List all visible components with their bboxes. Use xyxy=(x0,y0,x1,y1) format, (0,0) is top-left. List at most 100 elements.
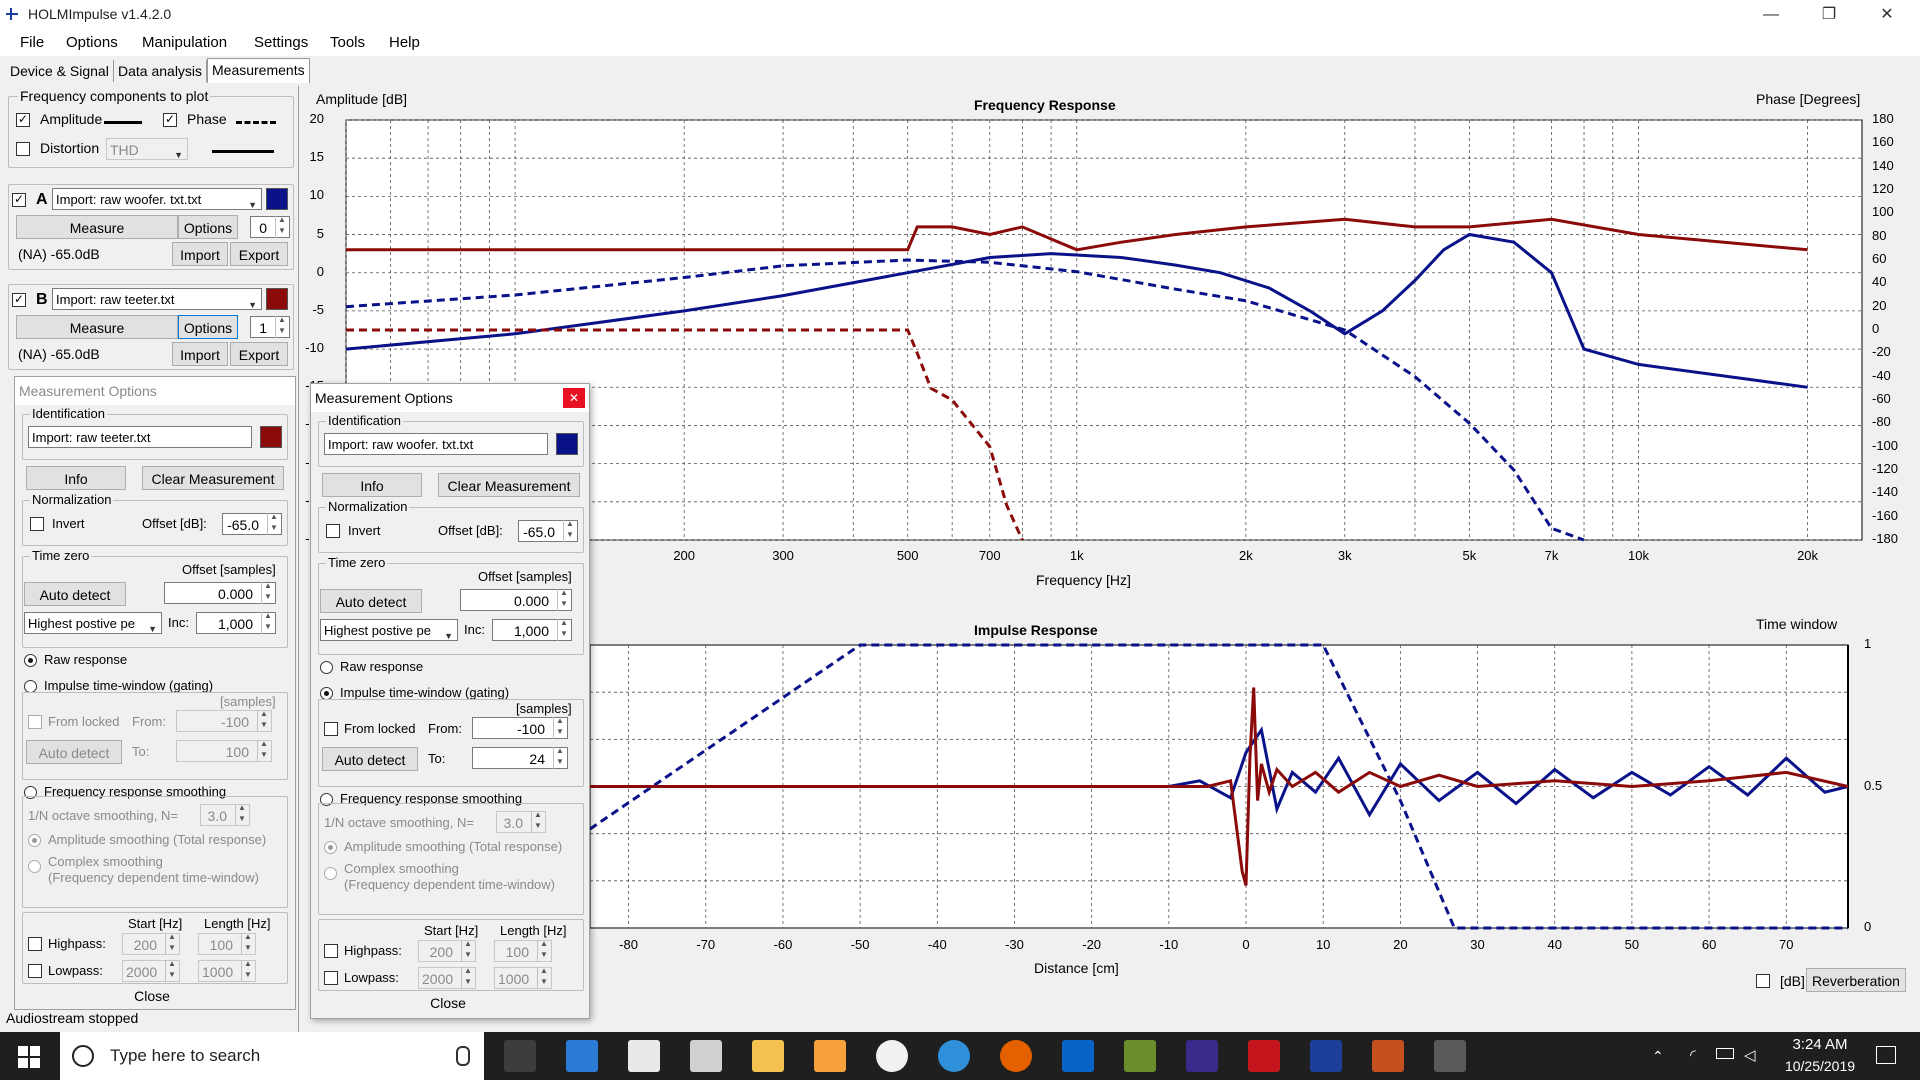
identification-input[interactable]: Import: raw woofer. txt.txt xyxy=(324,433,548,455)
freq-y2tick-label: 140 xyxy=(1872,157,1894,173)
offset-db-stepper[interactable] xyxy=(267,512,282,535)
invert-checkbox[interactable] xyxy=(30,517,44,531)
from-stepper[interactable] xyxy=(257,709,272,732)
length-hz-label: Length [Hz] xyxy=(500,923,567,938)
db-checkbox[interactable] xyxy=(1756,974,1770,988)
rew-icon[interactable] xyxy=(1186,1040,1218,1072)
inc-stepper[interactable] xyxy=(557,618,572,641)
holmimpulse-taskbar-icon[interactable] xyxy=(1310,1040,1342,1072)
freq-y2tick-label: -180 xyxy=(1872,531,1899,546)
gating-auto-detect-button[interactable]: Auto detect xyxy=(26,740,122,764)
normalization-label: Normalization xyxy=(326,499,410,514)
info-button[interactable]: Info xyxy=(322,473,422,497)
dialog-close-button[interactable]: Close xyxy=(312,991,584,1015)
taskbar: Type here to search ⌃ ◜ ◁ 3:24 AM 10/25/… xyxy=(0,1032,1920,1080)
mail-icon[interactable] xyxy=(690,1040,722,1072)
lowpass-length-stepper[interactable] xyxy=(537,966,552,989)
firefox-icon[interactable] xyxy=(1000,1040,1032,1072)
complex-smoothing-radio[interactable] xyxy=(28,860,41,873)
octave-stepper[interactable] xyxy=(531,810,546,833)
invert-label: Invert xyxy=(52,516,85,531)
file-explorer-icon[interactable] xyxy=(752,1040,784,1072)
lowpass-checkbox[interactable] xyxy=(28,964,42,978)
clock-date[interactable]: 10/25/2019 xyxy=(1770,1058,1870,1074)
dialog-close-x-button[interactable]: ✕ xyxy=(563,388,585,408)
inc-label: Inc: xyxy=(168,615,189,630)
complex-smoothing-radio[interactable] xyxy=(324,867,337,880)
clear-measurement-button[interactable]: Clear Measurement xyxy=(438,473,580,497)
highpass-start-stepper[interactable] xyxy=(461,939,476,962)
raw-response-label: Raw response xyxy=(44,652,128,667)
audio-tool-icon[interactable] xyxy=(1124,1040,1156,1072)
peak-mode-select[interactable]: Highest postive pe xyxy=(320,619,458,647)
highpass-label: Highpass: xyxy=(344,943,402,958)
peak-mode-select[interactable]: Highest postive pe xyxy=(24,612,162,640)
identification-color-swatch[interactable] xyxy=(260,426,282,448)
from-stepper[interactable] xyxy=(553,716,568,739)
time-zero-offset-stepper[interactable] xyxy=(261,581,276,604)
freq-ytick-label: 10 xyxy=(309,187,324,203)
lowpass-start-stepper[interactable] xyxy=(165,959,180,982)
clock-time[interactable]: 3:24 AM xyxy=(1780,1036,1860,1053)
freq-y2tick-label: -140 xyxy=(1872,484,1899,500)
store-icon[interactable] xyxy=(566,1040,598,1072)
raw-response-radio[interactable] xyxy=(320,661,333,674)
taskbar-search-box[interactable]: Type here to search xyxy=(60,1032,484,1080)
octave-label: 1/N octave smoothing, N= xyxy=(324,815,474,830)
auto-detect-button[interactable]: Auto detect xyxy=(320,589,422,613)
media-player-icon[interactable] xyxy=(814,1040,846,1072)
reverberation-button[interactable]: Reverberation xyxy=(1806,968,1906,992)
raw-response-radio[interactable] xyxy=(24,654,37,667)
calculator-icon[interactable] xyxy=(628,1040,660,1072)
time-zero-offset-input[interactable]: 0.000 xyxy=(460,589,572,611)
microphone-icon[interactable] xyxy=(456,1046,470,1066)
highpass-length-stepper[interactable] xyxy=(537,939,552,962)
impulse-xtick-label: 50 xyxy=(1624,937,1640,952)
dialog-close-button[interactable]: Close xyxy=(16,984,288,1008)
time-zero-offset-stepper[interactable] xyxy=(557,588,572,611)
inc-stepper[interactable] xyxy=(261,611,276,634)
highpass-checkbox[interactable] xyxy=(28,937,42,951)
gating-auto-detect-button[interactable]: Auto detect xyxy=(322,747,418,771)
from-locked-checkbox[interactable] xyxy=(28,715,42,729)
browser-globe-icon[interactable] xyxy=(938,1040,970,1072)
lowpass-start-stepper[interactable] xyxy=(461,966,476,989)
impulse-window-label: Impulse time-window (gating) xyxy=(44,678,214,693)
windows-start-icon[interactable] xyxy=(18,1046,40,1071)
volume-icon[interactable]: ◁ xyxy=(1744,1046,1756,1064)
to-stepper[interactable] xyxy=(553,746,568,769)
identification-color-swatch[interactable] xyxy=(556,433,578,455)
to-stepper[interactable] xyxy=(257,739,272,762)
offset-db-stepper[interactable] xyxy=(563,519,578,542)
highpass-checkbox[interactable] xyxy=(324,944,338,958)
app-orange-icon[interactable] xyxy=(1372,1040,1404,1072)
scope-app-icon[interactable] xyxy=(1434,1040,1466,1072)
acrobat-icon[interactable] xyxy=(1248,1040,1280,1072)
task-view-icon[interactable] xyxy=(504,1040,536,1072)
edge-icon[interactable] xyxy=(1062,1040,1094,1072)
highpass-length-stepper[interactable] xyxy=(241,932,256,955)
itunes-icon[interactable] xyxy=(876,1040,908,1072)
lowpass-checkbox[interactable] xyxy=(324,971,338,985)
amplitude-smoothing-radio[interactable] xyxy=(324,841,337,854)
impulse-xtick-label: 40 xyxy=(1547,937,1562,952)
impulse-xtick-label: -10 xyxy=(1159,937,1179,952)
lowpass-length-stepper[interactable] xyxy=(241,959,256,982)
impulse-xtick-label: 20 xyxy=(1393,937,1408,952)
battery-icon[interactable] xyxy=(1716,1048,1734,1059)
inc-label: Inc: xyxy=(464,622,485,637)
tray-chevron-icon[interactable]: ⌃ xyxy=(1652,1048,1664,1065)
octave-stepper[interactable] xyxy=(235,803,250,826)
freq-y2tick-label: -40 xyxy=(1872,367,1891,383)
invert-checkbox[interactable] xyxy=(326,524,340,538)
clear-measurement-button[interactable]: Clear Measurement xyxy=(142,466,284,490)
notification-icon[interactable] xyxy=(1876,1046,1896,1064)
from-locked-checkbox[interactable] xyxy=(324,722,338,736)
auto-detect-button[interactable]: Auto detect xyxy=(24,582,126,606)
time-zero-offset-input[interactable]: 0.000 xyxy=(164,582,276,604)
info-button[interactable]: Info xyxy=(26,466,126,490)
amplitude-smoothing-radio[interactable] xyxy=(28,834,41,847)
highpass-start-stepper[interactable] xyxy=(165,932,180,955)
wifi-icon[interactable]: ◜ xyxy=(1690,1046,1696,1064)
identification-input[interactable]: Import: raw teeter.txt xyxy=(28,426,252,448)
